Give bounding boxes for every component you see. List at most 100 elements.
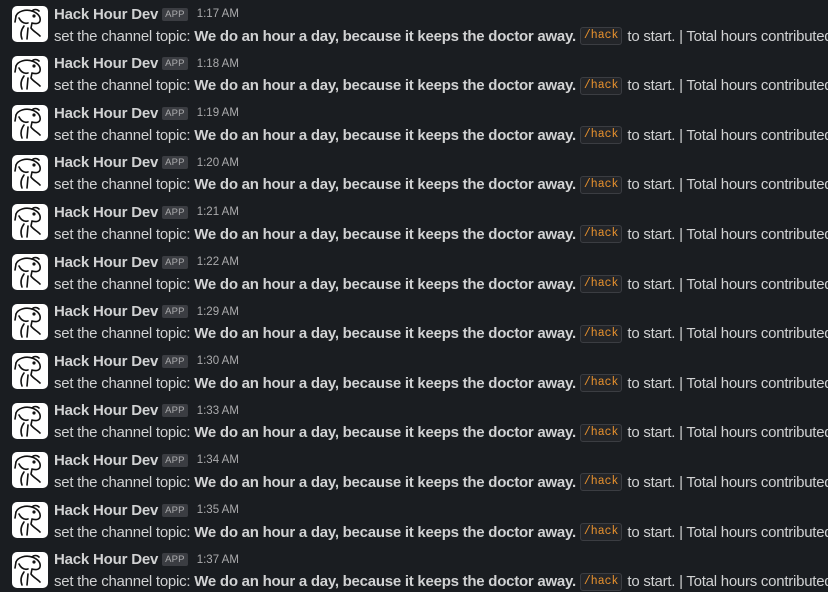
sender-name[interactable]: Hack Hour Dev <box>54 154 158 171</box>
message[interactable]: Hack Hour Dev APP 1:33 AM set the channe… <box>0 397 828 447</box>
action-text: set the channel topic: <box>54 27 191 45</box>
dinosaur-sketch-icon <box>14 256 41 288</box>
app-badge: APP <box>162 503 188 517</box>
sender-name[interactable]: Hack Hour Dev <box>54 551 158 568</box>
app-badge: APP <box>162 7 188 21</box>
message[interactable]: Hack Hour Dev APP 1:29 AM set the channe… <box>0 298 828 348</box>
avatar[interactable] <box>12 105 48 142</box>
avatar[interactable] <box>12 254 48 290</box>
timestamp[interactable]: 1:19 AM <box>197 107 239 119</box>
message-body: set the channel topic: We do an hour a d… <box>54 423 828 443</box>
app-badge: APP <box>162 156 188 170</box>
message-body: set the channel topic: We do an hour a d… <box>54 373 828 393</box>
topic-text: We do an hour a day, because it keeps th… <box>194 573 576 591</box>
message[interactable]: Hack Hour Dev APP 1:17 AM set the channe… <box>0 0 828 50</box>
timestamp[interactable]: 1:17 AM <box>197 8 239 20</box>
avatar[interactable] <box>12 204 48 241</box>
sender-name[interactable]: Hack Hour Dev <box>54 452 158 469</box>
topic-text: We do an hour a day, because it keeps th… <box>194 275 576 293</box>
topic-suffix: to start. | Total hours contributed: 0.0… <box>627 424 828 442</box>
topic-suffix: to start. | Total hours contributed: 0.0… <box>627 77 828 95</box>
message[interactable]: Hack Hour Dev APP 1:20 AM set the channe… <box>0 149 828 199</box>
topic-suffix: to start. | Total hours contributed: 0.0… <box>627 523 828 541</box>
sender-name[interactable]: Hack Hour Dev <box>54 204 158 221</box>
avatar[interactable] <box>12 551 48 588</box>
sender-name[interactable]: Hack Hour Dev <box>54 402 158 419</box>
avatar[interactable] <box>12 6 48 42</box>
topic-suffix: to start. | Total hours contributed: 0.0… <box>627 126 828 144</box>
message[interactable]: Hack Hour Dev APP 1:30 AM set the channe… <box>0 347 828 397</box>
timestamp[interactable]: 1:18 AM <box>197 58 239 70</box>
message[interactable]: Hack Hour Dev APP 1:21 AM set the channe… <box>0 198 828 248</box>
dinosaur-sketch-icon <box>14 207 41 239</box>
slash-command: /hack <box>579 374 623 393</box>
app-badge: APP <box>162 106 188 120</box>
message[interactable]: Hack Hour Dev APP 1:35 AM set the channe… <box>0 496 828 546</box>
slash-command: /hack <box>579 225 623 244</box>
topic-text: We do an hour a day, because it keeps th… <box>194 126 576 144</box>
message-body: set the channel topic: We do an hour a d… <box>54 175 828 195</box>
timestamp[interactable]: 1:30 AM <box>197 355 239 367</box>
sender-name[interactable]: Hack Hour Dev <box>54 303 158 320</box>
action-text: set the channel topic: <box>54 225 191 243</box>
message-header: Hack Hour Dev APP 1:37 AM <box>54 550 239 570</box>
action-text: set the channel topic: <box>54 275 191 293</box>
dinosaur-sketch-icon <box>14 58 41 90</box>
message-body: set the channel topic: We do an hour a d… <box>54 26 828 46</box>
message-header: Hack Hour Dev APP 1:29 AM <box>54 302 239 322</box>
message-body: set the channel topic: We do an hour a d… <box>54 572 828 592</box>
avatar[interactable] <box>12 353 48 390</box>
message[interactable]: Hack Hour Dev APP 1:19 AM set the channe… <box>0 99 828 149</box>
avatar[interactable] <box>12 154 48 191</box>
slash-command: /hack <box>579 324 623 343</box>
sender-name[interactable]: Hack Hour Dev <box>54 254 158 271</box>
action-text: set the channel topic: <box>54 523 191 541</box>
message-header: Hack Hour Dev APP 1:20 AM <box>54 153 239 173</box>
app-badge: APP <box>162 404 188 418</box>
avatar[interactable] <box>12 502 48 538</box>
app-badge: APP <box>162 453 188 467</box>
topic-suffix: to start. | Total hours contributed: 0.0… <box>627 275 828 293</box>
timestamp[interactable]: 1:20 AM <box>197 157 239 169</box>
timestamp[interactable]: 1:37 AM <box>197 554 239 566</box>
topic-text: We do an hour a day, because it keeps th… <box>194 27 576 45</box>
message-header: Hack Hour Dev APP 1:34 AM <box>54 450 239 470</box>
dinosaur-sketch-icon <box>14 405 41 437</box>
topic-suffix: to start. | Total hours contributed: 0.0… <box>627 573 828 591</box>
app-badge: APP <box>162 305 188 319</box>
timestamp[interactable]: 1:22 AM <box>197 256 239 268</box>
timestamp[interactable]: 1:29 AM <box>197 306 239 318</box>
slash-command: /hack <box>579 126 623 145</box>
topic-text: We do an hour a day, because it keeps th… <box>194 473 576 491</box>
sender-name[interactable]: Hack Hour Dev <box>54 6 158 23</box>
timestamp[interactable]: 1:33 AM <box>197 405 239 417</box>
topic-suffix: to start. | Total hours contributed: 0.0… <box>627 374 828 392</box>
message[interactable]: Hack Hour Dev APP 1:22 AM set the channe… <box>0 248 828 298</box>
sender-name[interactable]: Hack Hour Dev <box>54 353 158 370</box>
message-body: set the channel topic: We do an hour a d… <box>54 324 828 344</box>
slash-command: /hack <box>579 76 623 95</box>
timestamp[interactable]: 1:35 AM <box>197 504 239 516</box>
timestamp[interactable]: 1:34 AM <box>197 454 239 466</box>
sender-name[interactable]: Hack Hour Dev <box>54 502 158 519</box>
action-text: set the channel topic: <box>54 325 191 343</box>
message-body: set the channel topic: We do an hour a d… <box>54 125 828 145</box>
topic-suffix: to start. | Total hours contributed: 0.0… <box>627 325 828 343</box>
message[interactable]: Hack Hour Dev APP 1:34 AM set the channe… <box>0 446 828 496</box>
message-feed[interactable]: Hack Hour Dev APP 1:17 AM set the channe… <box>0 0 828 592</box>
avatar[interactable] <box>12 452 48 489</box>
sender-name[interactable]: Hack Hour Dev <box>54 55 158 72</box>
message-body: set the channel topic: We do an hour a d… <box>54 472 828 492</box>
action-text: set the channel topic: <box>54 176 191 194</box>
avatar[interactable] <box>12 55 48 92</box>
sender-name[interactable]: Hack Hour Dev <box>54 105 158 122</box>
message[interactable]: Hack Hour Dev APP 1:18 AM set the channe… <box>0 50 828 100</box>
dinosaur-sketch-icon <box>14 107 41 139</box>
message-header: Hack Hour Dev APP 1:17 AM <box>54 4 239 24</box>
message-header: Hack Hour Dev APP 1:33 AM <box>54 401 239 421</box>
avatar[interactable] <box>12 303 48 340</box>
timestamp[interactable]: 1:21 AM <box>197 206 239 218</box>
avatar[interactable] <box>12 402 48 439</box>
message[interactable]: Hack Hour Dev APP 1:37 AM set the channe… <box>0 546 828 592</box>
dinosaur-sketch-icon <box>14 554 41 586</box>
